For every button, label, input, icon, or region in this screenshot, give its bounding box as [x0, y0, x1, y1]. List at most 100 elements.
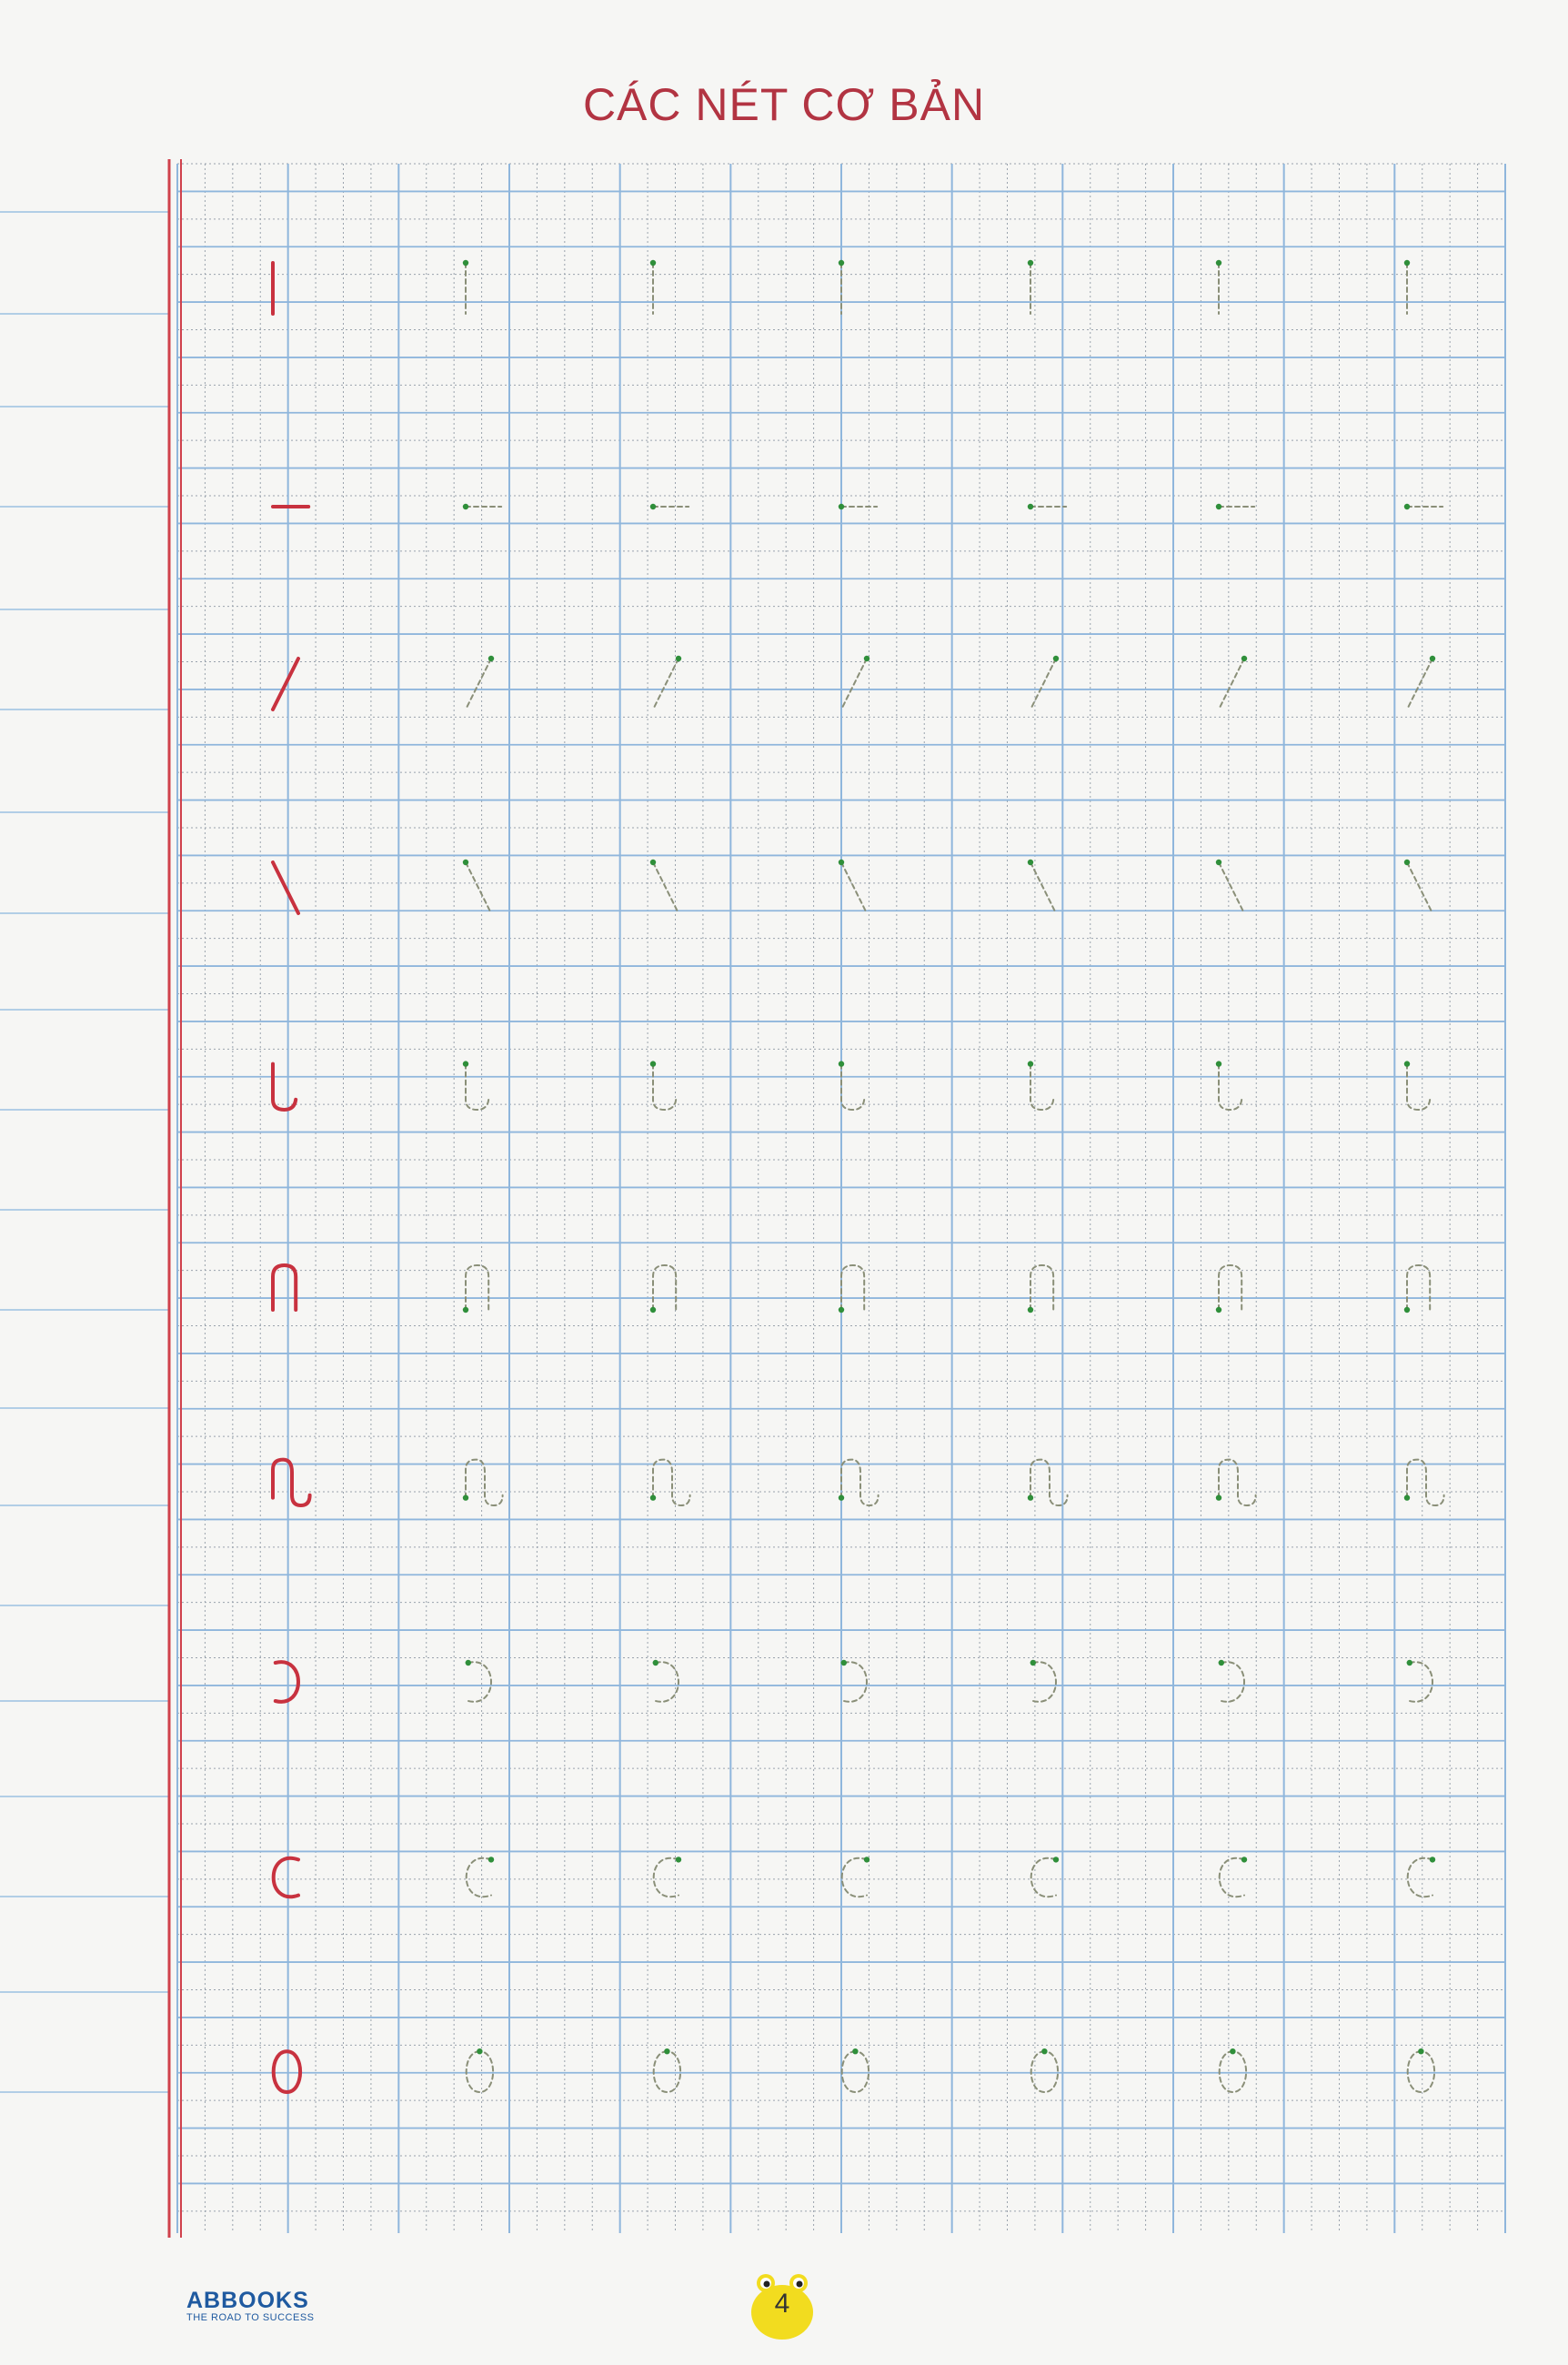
trace-stroke[interactable]	[1406, 861, 1433, 914]
start-dot	[1218, 1659, 1225, 1666]
trace-stroke[interactable]	[840, 1857, 868, 1898]
stroke-row-left-curve	[271, 1856, 1436, 1899]
trace-stroke[interactable]	[1408, 1661, 1433, 1703]
start-dot	[1215, 503, 1222, 510]
start-dot	[863, 655, 870, 662]
start-dot	[1429, 655, 1436, 662]
trace-stroke[interactable]	[465, 1263, 490, 1311]
start-dot	[649, 1061, 657, 1067]
trace-stroke[interactable]	[652, 1062, 678, 1112]
start-dot	[487, 655, 495, 662]
trace-stroke[interactable]	[652, 2050, 682, 2094]
trace-stroke[interactable]	[465, 658, 492, 710]
start-dot	[1406, 1659, 1413, 1666]
trace-stroke[interactable]	[840, 658, 868, 710]
model-stroke	[273, 1660, 300, 1704]
start-dot	[838, 1061, 845, 1067]
start-dot	[462, 1306, 469, 1313]
trace-stroke[interactable]	[1218, 1062, 1243, 1112]
trace-stroke[interactable]	[465, 1062, 490, 1112]
stroke-row-slanted-right	[271, 655, 1436, 711]
trace-stroke[interactable]	[652, 861, 679, 914]
start-dot	[1241, 655, 1248, 662]
trace-stroke[interactable]	[652, 1458, 691, 1507]
trace-stroke[interactable]	[1218, 2050, 1248, 2094]
trace-stroke[interactable]	[1406, 658, 1433, 710]
start-dot	[1403, 503, 1411, 510]
start-dot	[487, 1857, 495, 1863]
start-dot	[1041, 2048, 1048, 2055]
model-stroke	[271, 657, 300, 711]
trace-stroke[interactable]	[1406, 1458, 1445, 1507]
start-dot	[1215, 859, 1222, 866]
trace-stroke[interactable]	[1218, 1458, 1257, 1507]
trace-stroke[interactable]	[1030, 658, 1057, 710]
start-dot	[477, 2048, 483, 2055]
trace-stroke[interactable]	[840, 1062, 866, 1112]
trace-stroke[interactable]	[842, 1661, 868, 1703]
start-dot	[1027, 859, 1034, 866]
trace-stroke[interactable]	[652, 1857, 679, 1898]
trace-stroke[interactable]	[654, 1661, 679, 1703]
trace-stroke[interactable]	[1218, 1263, 1243, 1311]
start-dot	[649, 503, 657, 510]
start-dot	[1027, 1061, 1034, 1067]
start-dot	[1230, 2048, 1236, 2055]
brand-tagline: THE ROAD TO SUCCESS	[186, 2312, 315, 2323]
trace-stroke[interactable]	[840, 1263, 866, 1311]
start-dot	[838, 1306, 845, 1313]
model-stroke	[271, 1062, 298, 1112]
trace-stroke[interactable]	[465, 1857, 492, 1898]
start-dot	[1052, 655, 1060, 662]
start-dot	[838, 259, 845, 267]
stroke-row-right-curve	[273, 1659, 1433, 1704]
start-dot	[465, 1659, 471, 1666]
model-stroke	[271, 860, 300, 915]
stroke-row-oval	[271, 2048, 1436, 2094]
trace-stroke[interactable]	[1218, 658, 1245, 710]
start-dot	[1418, 2048, 1424, 2055]
start-dot	[1027, 1306, 1034, 1313]
trace-stroke[interactable]	[1406, 1062, 1432, 1112]
trace-stroke[interactable]	[465, 2050, 495, 2094]
start-dot	[1403, 1494, 1411, 1501]
trace-stroke[interactable]	[465, 861, 492, 914]
trace-stroke[interactable]	[1030, 1857, 1057, 1898]
trace-stroke[interactable]	[1030, 1263, 1055, 1311]
trace-stroke[interactable]	[465, 1458, 504, 1507]
trace-stroke[interactable]	[1030, 2050, 1060, 2094]
trace-stroke[interactable]	[840, 861, 868, 914]
start-dot	[675, 655, 682, 662]
trace-stroke[interactable]	[1031, 1661, 1057, 1703]
start-dot	[675, 1857, 682, 1863]
start-dot	[852, 2048, 859, 2055]
trace-stroke[interactable]	[1030, 861, 1057, 914]
trace-stroke[interactable]	[1406, 2050, 1436, 2094]
trace-stroke[interactable]	[1030, 1062, 1055, 1112]
trace-stroke[interactable]	[1406, 1857, 1433, 1898]
trace-stroke[interactable]	[1218, 1857, 1245, 1898]
trace-stroke[interactable]	[1406, 1263, 1432, 1311]
start-dot	[649, 259, 657, 267]
start-dot	[462, 1494, 469, 1501]
trace-stroke[interactable]	[1220, 1661, 1245, 1703]
start-dot	[840, 1659, 847, 1666]
start-dot	[652, 1659, 658, 1666]
trace-stroke[interactable]	[652, 1263, 678, 1311]
start-dot	[1052, 1857, 1060, 1863]
start-dot	[664, 2048, 670, 2055]
stroke-row-vertical-line	[271, 259, 1411, 316]
trace-stroke[interactable]	[652, 658, 679, 710]
trace-stroke[interactable]	[840, 1458, 879, 1507]
trace-stroke[interactable]	[467, 1661, 492, 1703]
stroke-rows	[271, 259, 1445, 2094]
brand-name: ABBOOKS	[186, 2288, 309, 2313]
start-dot	[838, 1494, 845, 1501]
trace-stroke[interactable]	[1218, 861, 1245, 914]
grid-major-lines	[176, 164, 1506, 2233]
stroke-row-double-hook	[271, 1457, 1445, 1507]
trace-stroke[interactable]	[840, 2050, 870, 2094]
start-dot	[838, 859, 845, 866]
page-number-badge: 4	[744, 2267, 820, 2343]
model-stroke	[271, 1856, 300, 1899]
